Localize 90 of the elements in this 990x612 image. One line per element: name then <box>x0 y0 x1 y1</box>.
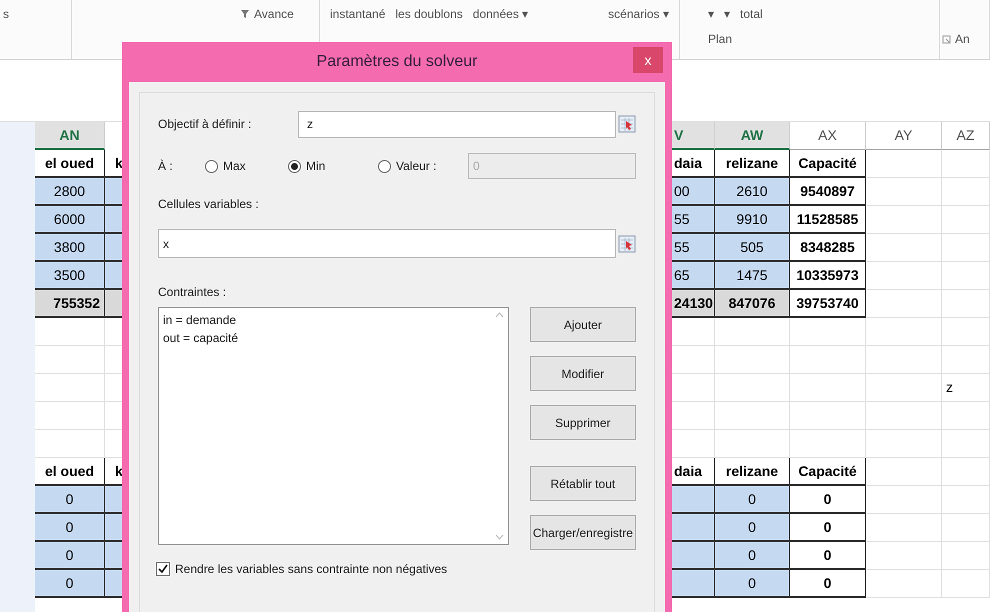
column-header[interactable]: AN <box>35 122 105 150</box>
table-cell: 847076 <box>715 290 790 318</box>
ribbon-item[interactable]: total <box>740 5 763 23</box>
table-cell: 3800 <box>35 234 105 262</box>
nonnegative-checkbox[interactable]: Rendre les variables sans contrainte non négatives <box>156 560 636 578</box>
ribbon-item[interactable]: ▾ <box>708 5 714 23</box>
table-cell <box>942 318 990 346</box>
table-cell: 0 <box>715 542 790 570</box>
table-cell: el oued <box>35 150 105 178</box>
table-cell: 3500 <box>35 262 105 290</box>
ribbon-item[interactable]: s <box>3 5 9 23</box>
filter-icon <box>240 9 250 19</box>
table-cell <box>942 514 990 542</box>
dialog-button[interactable]: Charger/enregistre <box>530 515 636 550</box>
table-cell: el oued <box>35 458 105 486</box>
table-cell: 0 <box>35 542 105 570</box>
table-cell: Capacité <box>790 150 866 178</box>
table-cell <box>942 290 990 318</box>
table-cell: 0 <box>715 570 790 598</box>
constraints-label: Contraintes : <box>158 284 228 301</box>
ribbon-item[interactable]: scénarios ▾ <box>608 5 669 23</box>
table-cell <box>942 178 990 206</box>
table-cell: 10335973 <box>790 262 866 290</box>
dialog-title: Paramètres du solveur <box>316 52 478 72</box>
table-cell: 2610 <box>715 178 790 206</box>
table-cell <box>942 234 990 262</box>
column-header[interactable]: AX <box>790 122 866 150</box>
table-cell: 0 <box>35 486 105 514</box>
radio-option[interactable]: Max <box>205 157 288 175</box>
table-cell: 6000 <box>35 206 105 234</box>
table-cell <box>942 346 990 374</box>
column-header[interactable]: AZ <box>942 122 990 150</box>
table-cell: 39753740 <box>790 290 866 318</box>
column-header[interactable]: AY <box>866 122 942 150</box>
dialog-button[interactable]: Supprimer <box>530 405 636 440</box>
table-cell <box>942 542 990 570</box>
range-select-icon[interactable] <box>618 234 636 252</box>
dialog-button[interactable]: Rétablir tout <box>530 466 636 501</box>
table-cell <box>942 430 990 458</box>
table-cell: 0 <box>715 486 790 514</box>
scroll-up-icon[interactable] <box>494 312 504 318</box>
ribbon-item[interactable]: les doublons <box>395 5 463 23</box>
table-cell: 0 <box>715 514 790 542</box>
table-cell: 0 <box>35 570 105 598</box>
dialog-button[interactable]: Ajouter <box>530 307 636 342</box>
ribbon-item[interactable]: instantané <box>330 5 386 23</box>
ribbon-item[interactable]: Avance <box>240 5 294 23</box>
close-button[interactable]: x <box>633 47 663 73</box>
group-caption: An <box>955 31 970 48</box>
variables-label: Cellules variables : <box>158 196 260 213</box>
table-cell: relizane <box>715 458 790 486</box>
column-header[interactable]: AW <box>715 122 790 150</box>
table-cell: 0 <box>790 514 866 542</box>
to-label: À : <box>158 158 174 175</box>
table-cell: 8348285 <box>790 234 866 262</box>
table-cell <box>942 402 990 430</box>
table-cell <box>942 262 990 290</box>
table-cell <box>942 486 990 514</box>
table-cell <box>942 458 990 486</box>
table-cell: 1475 <box>715 262 790 290</box>
table-cell: 0 <box>790 542 866 570</box>
radio-option[interactable]: Min <box>288 157 378 175</box>
table-cell: relizane <box>715 150 790 178</box>
variables-field[interactable]: x <box>158 229 616 258</box>
table-cell: z <box>942 374 990 402</box>
table-cell: 11528585 <box>790 206 866 234</box>
ribbon-item[interactable]: données ▾ <box>472 5 528 23</box>
dialog-launcher-icon[interactable] <box>942 34 951 44</box>
table-cell: 9910 <box>715 206 790 234</box>
dialog-button[interactable]: Modifier <box>530 356 636 391</box>
table-cell: Capacité <box>790 458 866 486</box>
scroll-down-icon[interactable] <box>494 534 504 540</box>
radio-option[interactable]: Valeur : <box>378 157 468 175</box>
constraint-item[interactable]: in = demande <box>163 311 487 329</box>
table-cell: 755352 <box>35 290 105 318</box>
table-cell: 2800 <box>35 178 105 206</box>
constraints-list[interactable]: in = demande out = capacité <box>158 307 509 545</box>
group-caption: Plan <box>708 31 732 48</box>
table-cell: 9540897 <box>790 178 866 206</box>
table-cell <box>942 150 990 178</box>
table-cell: 0 <box>35 514 105 542</box>
objective-label: Objectif à définir : <box>158 116 252 133</box>
table-cell: 0 <box>790 570 866 598</box>
range-select-icon[interactable] <box>618 115 636 133</box>
table-cell <box>942 206 990 234</box>
table-cell: 505 <box>715 234 790 262</box>
table-cell: 0 <box>790 486 866 514</box>
constraint-item[interactable]: out = capacité <box>163 329 487 347</box>
objective-field[interactable]: z <box>298 110 616 138</box>
ribbon-item[interactable]: ▾ <box>724 5 730 23</box>
